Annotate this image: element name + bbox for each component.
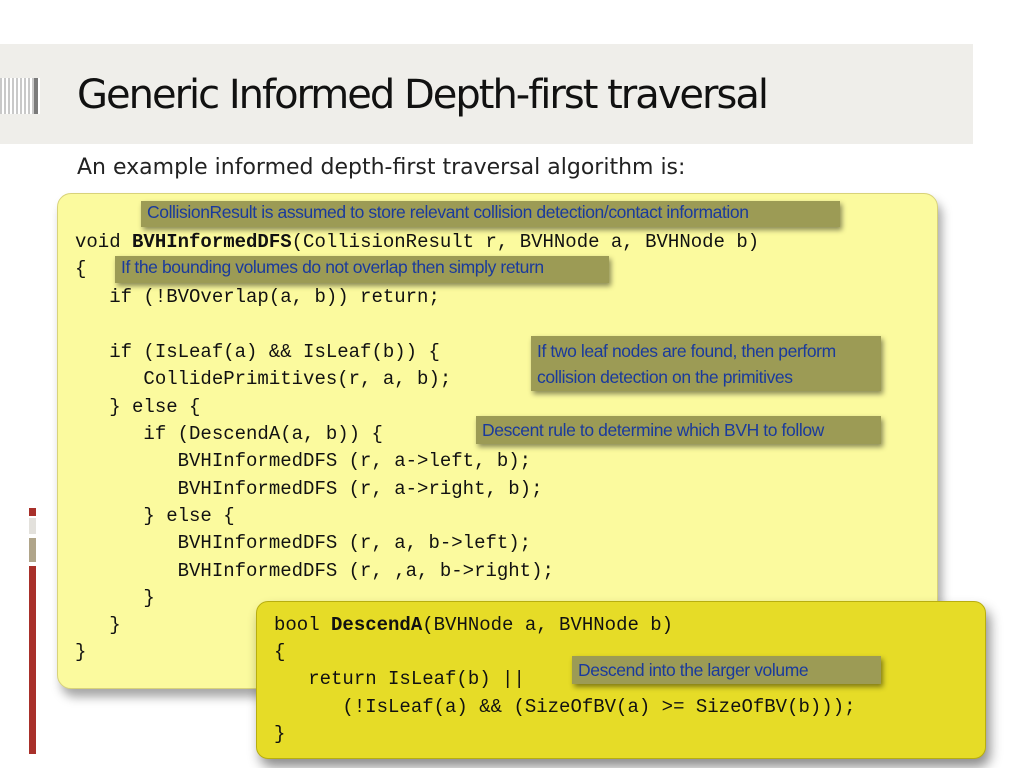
annotation-leaf-nodes-line2: collision detection on the primitives bbox=[537, 367, 793, 387]
code-line: if (!BVOverlap(a, b)) return; bbox=[75, 286, 440, 308]
code-line: BVHInformedDFS (r, a->left, b); bbox=[75, 450, 532, 472]
code-line-signature: void BVHInformedDFS(CollisionResult r, B… bbox=[75, 231, 759, 253]
descend-signature: bool DescendA(BVHNode a, BVHNode b) bbox=[274, 614, 673, 636]
code-params: (CollisionResult r, BVHNode a, BVHNode b… bbox=[291, 231, 760, 253]
left-accent-bar bbox=[29, 508, 36, 516]
code-line: CollidePrimitives(r, a, b); bbox=[75, 368, 452, 390]
code-line: if (DescendA(a, b)) { bbox=[75, 423, 383, 445]
code-line: return IsLeaf(b) || bbox=[274, 668, 525, 690]
code-line: { bbox=[274, 641, 286, 663]
function-name: DescendA bbox=[331, 614, 423, 636]
code-keyword: void bbox=[75, 231, 133, 253]
code-line: } bbox=[75, 641, 87, 663]
slide-title: Generic Informed Depth-first traversal bbox=[77, 72, 769, 118]
slide-subtitle: An example informed depth-first traversa… bbox=[77, 155, 686, 180]
annotation-larger-volume: Descend into the larger volume bbox=[572, 656, 881, 684]
annotation-collision-result: CollisionResult is assumed to store rele… bbox=[141, 201, 840, 227]
left-accent-bar bbox=[29, 518, 36, 534]
code-line: } bbox=[75, 587, 155, 609]
title-stripes-decoration bbox=[0, 78, 40, 114]
code-keyword: bool bbox=[274, 614, 332, 636]
code-line: } bbox=[75, 614, 121, 636]
code-line: } else { bbox=[75, 505, 235, 527]
code-line: BVHInformedDFS (r, a, b->left); bbox=[75, 532, 532, 554]
code-line: if (IsLeaf(a) && IsLeaf(b)) { bbox=[75, 341, 440, 363]
code-line: } bbox=[274, 723, 286, 745]
annotation-leaf-nodes-line1: If two leaf nodes are found, then perfor… bbox=[537, 341, 836, 361]
function-name: BVHInformedDFS bbox=[132, 231, 292, 253]
code-line: BVHInformedDFS (r, a->right, b); bbox=[75, 478, 543, 500]
left-accent-bar bbox=[29, 538, 36, 562]
left-accent-bar bbox=[29, 566, 36, 754]
annotation-descent-rule: Descent rule to determine which BVH to f… bbox=[476, 416, 881, 444]
code-line: (!IsLeaf(a) && (SizeOfBV(a) >= SizeOfBV(… bbox=[274, 696, 856, 718]
annotation-leaf-nodes: If two leaf nodes are found, then perfor… bbox=[531, 336, 881, 391]
code-line: { bbox=[75, 258, 87, 280]
annotation-no-overlap: If the bounding volumes do not overlap t… bbox=[115, 256, 609, 283]
code-params: (BVHNode a, BVHNode b) bbox=[422, 614, 674, 636]
code-line: } else { bbox=[75, 396, 201, 418]
code-line: BVHInformedDFS (r, ,a, b->right); bbox=[75, 560, 554, 582]
